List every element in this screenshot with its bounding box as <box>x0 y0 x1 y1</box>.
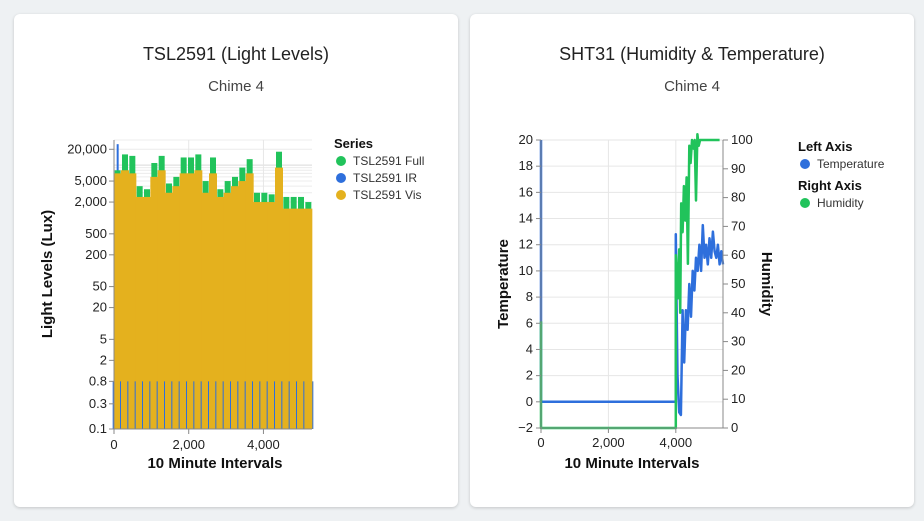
x-tick-label: 2,000 <box>592 435 625 450</box>
y-tick-label: 200 <box>85 247 107 262</box>
x-axis-title: 10 Minute Intervals <box>147 455 282 472</box>
y-left-tick-label: 0 <box>526 394 533 409</box>
y-tick-label: 500 <box>85 226 107 241</box>
legend-marker <box>336 173 346 183</box>
y-left-tick-label: 2 <box>526 368 533 383</box>
light-levels-chart: 20,000 5,000 2,000 500 200 50 20 5 2 0.8 0.3 0.10 2,… <box>39 136 424 472</box>
y-tick-label: 50 <box>93 279 107 294</box>
y-right-tick-label: 70 <box>731 218 745 233</box>
y-right-axis-title: Humidity <box>758 252 775 317</box>
y-tick-label: 5,000 <box>74 173 107 188</box>
y-left-tick-label: 16 <box>519 184 533 199</box>
y-left-tick-label: 4 <box>526 341 533 356</box>
y-tick-label: 2 <box>100 352 107 367</box>
y-right-tick-label: 60 <box>731 247 745 262</box>
y-tick-label: 20 <box>93 300 107 315</box>
y-tick-label: 2,000 <box>74 194 107 209</box>
y-right-tick-label: 50 <box>731 276 745 291</box>
y-right-tick-label: 90 <box>731 161 745 176</box>
y-left-tick-label: 18 <box>519 158 533 173</box>
legend-marker <box>336 156 346 166</box>
y-axis-title: Light Levels (Lux) <box>39 210 56 338</box>
x-tick-label: 2,000 <box>172 437 205 452</box>
humidity-temperature-card: SHT31 (Humidity & Temperature) Chime 4 2… <box>470 14 914 507</box>
y-right-tick-label: 10 <box>731 391 745 406</box>
x-axis-title: 10 Minute Intervals <box>564 455 699 472</box>
legend-label: TSL2591 Vis <box>353 188 422 202</box>
legend-label: Humidity <box>817 196 864 210</box>
y-right-tick-label: 40 <box>731 305 745 320</box>
legend-marker <box>336 190 346 200</box>
legend-label: TSL2591 IR <box>353 171 417 185</box>
humidity-temperature-chart: 20181614121086420−2100908070605040302010… <box>495 132 885 472</box>
y-left-tick-label: 6 <box>526 315 533 330</box>
y-tick-label: 0.8 <box>89 373 107 388</box>
light-levels-card: TSL2591 (Light Levels) Chime 4 20,000 5,0… <box>14 14 458 507</box>
y-right-tick-label: 100 <box>731 132 753 147</box>
x-tick-label: 0 <box>110 437 117 452</box>
legend-marker <box>800 159 810 169</box>
x-tick-label: 4,000 <box>247 437 280 452</box>
y-tick-label: 20,000 <box>67 141 107 156</box>
y-left-tick-label: 14 <box>519 211 533 226</box>
y-left-tick-label: 8 <box>526 289 533 304</box>
legend-marker <box>800 198 810 208</box>
legend-group-title: Right Axis <box>798 178 862 193</box>
y-left-axis-title: Temperature <box>495 239 512 329</box>
legend-group-title: Left Axis <box>798 139 852 154</box>
y-right-tick-label: 0 <box>731 420 738 435</box>
y-right-tick-label: 20 <box>731 362 745 377</box>
y-left-tick-label: −2 <box>518 420 533 435</box>
x-tick-label: 0 <box>537 435 544 450</box>
y-left-tick-label: 20 <box>519 132 533 147</box>
y-tick-label: 0.1 <box>89 421 107 436</box>
y-tick-label: 5 <box>100 331 107 346</box>
legend-label: Temperature <box>817 157 885 171</box>
legend-title: Series <box>334 136 373 151</box>
y-left-tick-label: 12 <box>519 237 533 252</box>
y-tick-label: 0.3 <box>89 396 107 411</box>
y-left-tick-label: 10 <box>519 263 533 278</box>
vis-bar <box>304 208 313 429</box>
x-tick-label: 4,000 <box>660 435 693 450</box>
legend-label: TSL2591 Full <box>353 154 424 168</box>
y-right-tick-label: 80 <box>731 190 745 205</box>
y-right-tick-label: 30 <box>731 334 745 349</box>
